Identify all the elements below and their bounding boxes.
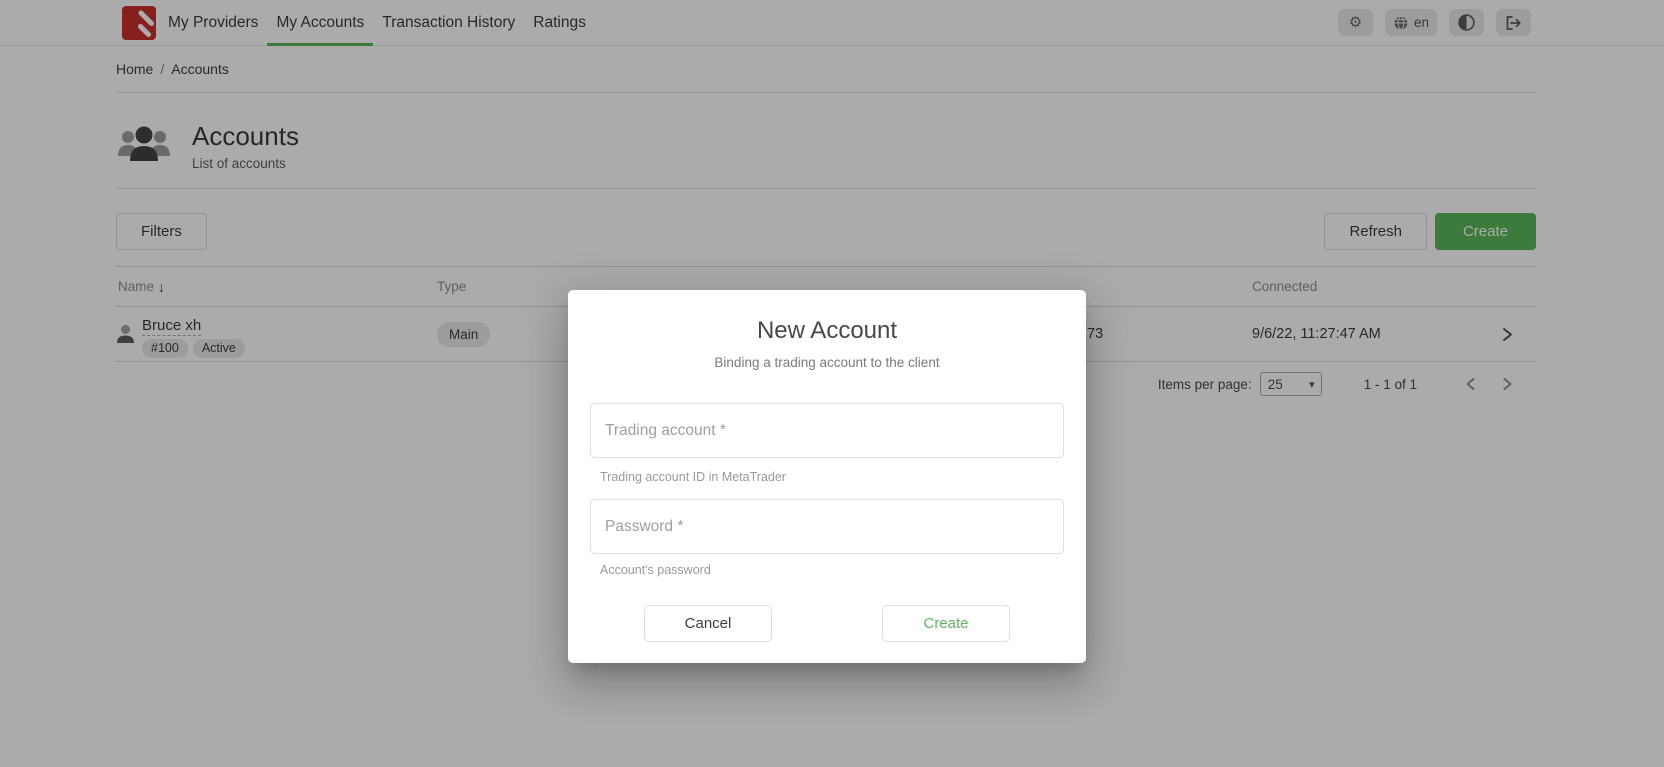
dialog-subtitle: Binding a trading account to the client	[568, 355, 1086, 370]
dialog-title: New Account	[568, 317, 1086, 345]
new-account-dialog: New Account Binding a trading account to…	[568, 290, 1086, 663]
password-hint: Account's password	[600, 563, 1086, 577]
cancel-button[interactable]: Cancel	[644, 605, 772, 642]
dialog-actions: Cancel Create	[568, 605, 1086, 642]
password-input[interactable]	[590, 499, 1064, 554]
trading-account-hint: Trading account ID in MetaTrader	[600, 470, 1086, 484]
trading-account-input[interactable]	[590, 403, 1064, 458]
dialog-create-button[interactable]: Create	[882, 605, 1010, 642]
